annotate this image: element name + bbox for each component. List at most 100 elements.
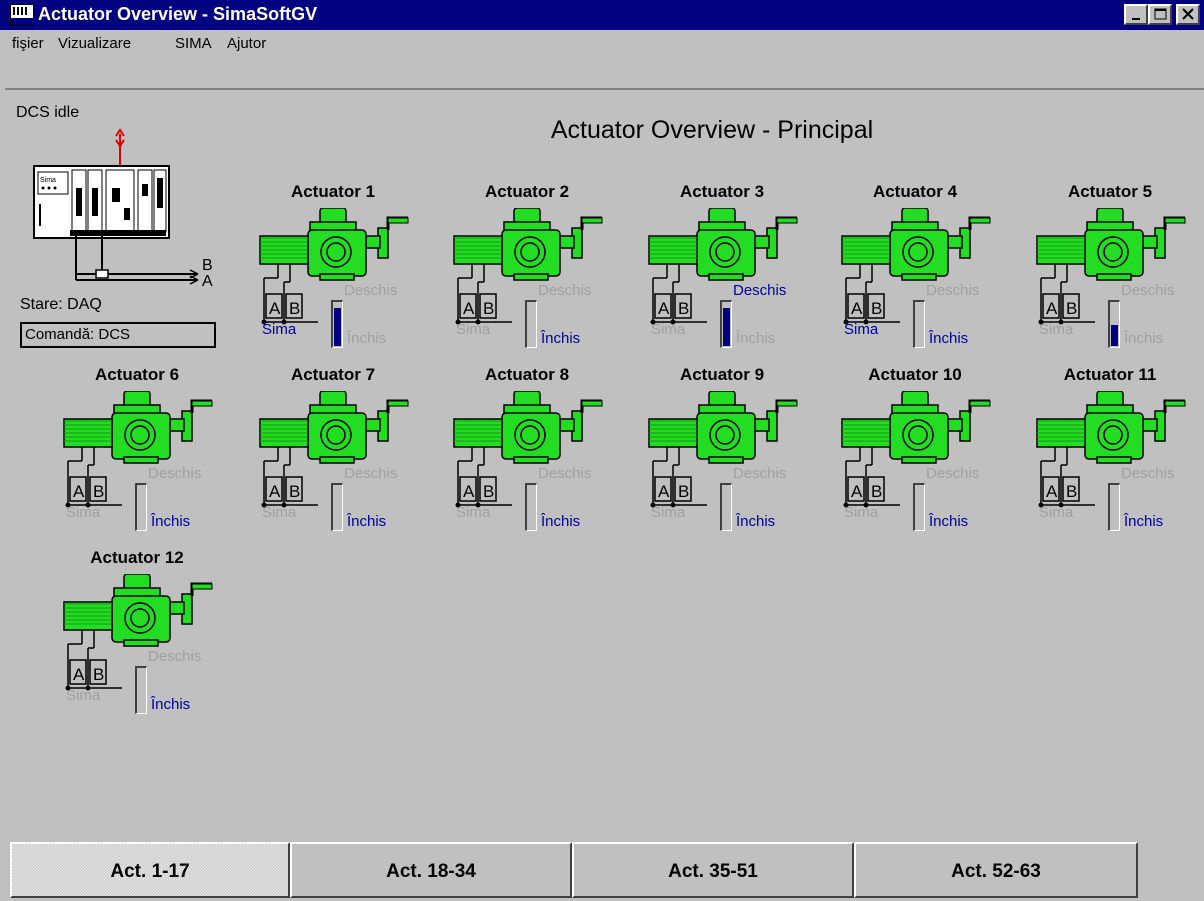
maximize-button[interactable] [1148, 4, 1172, 25]
port-b-label: B [93, 482, 104, 501]
window-title: Actuator Overview - SimaSoftGV [38, 4, 318, 24]
menu-sima[interactable]: SIMA [175, 35, 212, 52]
position-gauge [1108, 300, 1120, 348]
port-a-label: A [851, 482, 863, 501]
tab-act-52-63[interactable]: Act. 52-63 [854, 842, 1138, 898]
position-gauge [913, 300, 925, 348]
tab-act-35-51[interactable]: Act. 35-51 [572, 842, 854, 898]
position-gauge [720, 300, 732, 348]
closed-label: Închis [347, 513, 387, 530]
sima-label: Sima [651, 504, 686, 521]
closed-label: Închis [929, 513, 969, 530]
open-label: Deschis [733, 282, 787, 299]
actuator-name: Actuator 3 [679, 182, 765, 201]
sima-label: Sima [262, 504, 297, 521]
menu-vizualizare[interactable]: Vizualizare [58, 35, 131, 52]
port-a-label: A [269, 482, 281, 501]
menu-ajutor[interactable]: Ajutor [227, 35, 266, 52]
port-a-label: A [73, 665, 85, 684]
actuator-name: Actuator 10 [868, 365, 962, 384]
valve-icon: A B [259, 208, 409, 325]
sima-label: Sima [456, 504, 491, 521]
comanda-box[interactable]: Comandă: DCS [20, 322, 216, 348]
client-top-border [5, 88, 1204, 90]
actuator-card-9[interactable]: Actuator 9 A B Deschis Sima Închis [647, 365, 837, 565]
sima-label: Sima [844, 321, 879, 338]
closed-label: Închis [151, 696, 191, 713]
menu-fisier[interactable]: fişier [12, 35, 44, 52]
rack-label: Sima [40, 177, 56, 184]
actuator-card-1[interactable]: Actuator 1 A B Deschis Sima Închis [258, 182, 448, 382]
valve-icon: A B [63, 574, 213, 691]
actuator-card-10[interactable]: Actuator 10 A B Deschis Sima Închis [840, 365, 1030, 565]
bus-a-label: A [202, 273, 213, 290]
position-gauge [525, 483, 537, 531]
position-gauge [913, 483, 925, 531]
open-label: Deschis [148, 648, 202, 665]
closed-label: Închis [1124, 513, 1164, 530]
position-gauge [135, 483, 147, 531]
actuator-card-11[interactable]: Actuator 11 A B Deschis Sima Închis [1035, 365, 1204, 565]
tab-act-18-34[interactable]: Act. 18-34 [290, 842, 572, 898]
actuator-card-4[interactable]: Actuator 4 A B Deschis Sima Închis [840, 182, 1030, 382]
closed-label: Închis [736, 330, 776, 347]
closed-label: Închis [151, 513, 191, 530]
open-label: Deschis [1121, 282, 1175, 299]
actuator-name: Actuator 6 [94, 365, 180, 384]
maximize-icon [1154, 8, 1167, 20]
sima-label: Sima [844, 504, 879, 521]
actuator-name: Actuator 12 [90, 548, 184, 567]
valve-icon: A B [453, 391, 603, 508]
actuator-name: Actuator 11 [1063, 365, 1157, 384]
sima-label: Sima [1039, 321, 1074, 338]
close-button[interactable] [1176, 4, 1200, 25]
port-a-label: A [269, 299, 281, 318]
sima-label: Sima [66, 504, 101, 521]
actuator-name: Actuator 2 [484, 182, 570, 201]
actuator-name: Actuator 4 [872, 182, 958, 201]
actuator-name: Actuator 1 [290, 182, 376, 201]
actuator-card-3[interactable]: Actuator 3 A B Deschis Sima Închis [647, 182, 837, 382]
port-b-label: B [483, 482, 494, 501]
open-label: Deschis [538, 282, 592, 299]
position-gauge [331, 483, 343, 531]
actuator-name: Actuator 7 [290, 365, 376, 384]
port-b-label: B [1066, 482, 1077, 501]
dcs-diagram: Sima B A [33, 128, 213, 290]
stare-label: Stare: DAQ [20, 296, 102, 313]
port-b-label: B [678, 482, 689, 501]
open-label: Deschis [538, 465, 592, 482]
valve-icon: A B [841, 391, 991, 508]
port-a-label: A [73, 482, 85, 501]
port-a-label: A [851, 299, 863, 318]
closed-label: Închis [929, 330, 969, 347]
open-label: Deschis [926, 465, 980, 482]
sima-label: Sima [262, 321, 297, 338]
closed-label: Închis [736, 513, 776, 530]
sima-label: Sima [66, 687, 101, 704]
tab-act-1-17[interactable]: Act. 1-17 [10, 842, 290, 898]
port-b-label: B [289, 299, 300, 318]
minimize-button[interactable] [1124, 4, 1148, 25]
actuator-card-12[interactable]: Actuator 12 A B Deschis Sima Închis [62, 548, 252, 748]
actuator-card-6[interactable]: Actuator 6 A B Deschis Sima Închis [62, 365, 252, 565]
menu-bar: fişier Vizualizare SIMA Ajutor [0, 30, 1204, 58]
port-a-label: A [658, 482, 670, 501]
actuator-card-5[interactable]: Actuator 5 A B Deschis Sima Închis [1035, 182, 1204, 382]
port-a-label: A [1046, 482, 1058, 501]
position-gauge [720, 483, 732, 531]
page-title: Actuator Overview - Principal [550, 116, 874, 144]
position-gauge [331, 300, 343, 348]
position-gauge [1108, 483, 1120, 531]
position-fill [723, 308, 730, 346]
port-b-label: B [1066, 299, 1077, 318]
port-b-label: B [289, 482, 300, 501]
actuator-card-2[interactable]: Actuator 2 A B Deschis Sima Închis [452, 182, 642, 382]
sima-label: Sima [1039, 504, 1074, 521]
valve-icon: A B [648, 391, 798, 508]
title-bar: Actuator Overview - SimaSoftGV [0, 0, 1204, 30]
actuator-card-8[interactable]: Actuator 8 A B Deschis Sima Închis [452, 365, 642, 565]
actuator-card-7[interactable]: Actuator 7 A B Deschis Sima Închis [258, 365, 448, 565]
app-icon[interactable] [10, 4, 34, 26]
position-fill [1111, 325, 1118, 346]
